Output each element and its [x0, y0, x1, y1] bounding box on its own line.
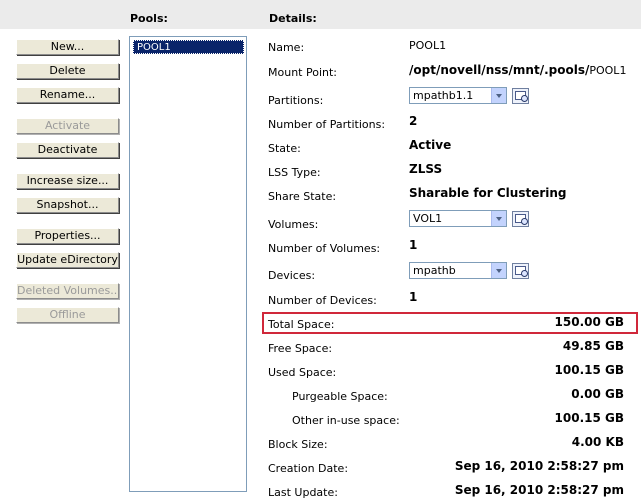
lss-type-value: ZLSS — [409, 162, 443, 176]
state-value: Active — [409, 138, 452, 152]
deleted-volumes-button[interactable]: Deleted Volumes... — [16, 283, 119, 299]
rename-button[interactable]: Rename... — [16, 87, 119, 103]
devices-select-value: mpathb — [413, 264, 456, 277]
num-devices-label: Number of Devices: — [268, 294, 377, 307]
increase-size-button[interactable]: Increase size... — [16, 173, 119, 189]
volumes-select[interactable]: VOL1 — [409, 210, 507, 227]
chevron-down-icon[interactable] — [491, 88, 506, 103]
partitions-label: Partitions: — [268, 94, 324, 107]
pool-list-item[interactable]: POOL1 — [133, 40, 244, 54]
delete-button[interactable]: Delete — [16, 63, 119, 79]
chevron-down-icon[interactable] — [491, 211, 506, 226]
lss-type-label: LSS Type: — [268, 166, 321, 179]
state-label: State: — [268, 142, 301, 155]
snapshot-button[interactable]: Snapshot... — [16, 197, 119, 213]
partitions-select[interactable]: mpathb1.1 — [409, 87, 507, 104]
free-space-label: Free Space: — [268, 342, 333, 355]
new-button[interactable]: New... — [16, 39, 119, 55]
num-devices-value: 1 — [409, 290, 418, 304]
used-space-value: 100.15 GB — [554, 363, 624, 377]
total-space-value: 150.00 GB — [554, 315, 624, 329]
devices-select[interactable]: mpathb — [409, 262, 507, 279]
purgeable-space-label: Purgeable Space: — [292, 390, 388, 403]
creation-date-label: Creation Date: — [268, 462, 349, 475]
block-size-label: Block Size: — [268, 438, 328, 451]
num-partitions-label: Number of Partitions: — [268, 118, 386, 131]
num-volumes-value: 1 — [409, 238, 418, 252]
activate-button[interactable]: Activate — [16, 118, 119, 134]
volumes-select-value: VOL1 — [413, 212, 443, 225]
mount-point-path: /opt/novell/nss/mnt/.pools/ — [409, 63, 590, 77]
mount-point-label: Mount Point: — [268, 66, 337, 79]
details-browse-icon[interactable] — [512, 211, 529, 227]
partitions-select-value: mpathb1.1 — [413, 89, 474, 102]
volumes-label: Volumes: — [268, 218, 319, 231]
header-bar — [0, 0, 641, 29]
other-inuse-space-label: Other in-use space: — [292, 414, 400, 427]
deactivate-button[interactable]: Deactivate — [16, 142, 119, 158]
name-value: POOL1 — [409, 39, 447, 52]
mount-point-pool: POOL1 — [589, 64, 627, 77]
details-browse-icon[interactable] — [512, 263, 529, 279]
last-update-value: Sep 16, 2010 2:58:27 pm — [454, 483, 624, 497]
share-state-label: Share State: — [268, 190, 337, 203]
used-space-label: Used Space: — [268, 366, 337, 379]
num-partitions-value: 2 — [409, 114, 418, 128]
total-space-label: Total Space: — [268, 318, 335, 331]
chevron-down-icon[interactable] — [491, 263, 506, 278]
pools-list[interactable]: POOL1 — [129, 36, 247, 492]
devices-label: Devices: — [268, 269, 316, 282]
last-update-label: Last Update: — [268, 486, 338, 499]
creation-date-value: Sep 16, 2010 2:58:27 pm — [454, 459, 624, 473]
properties-button[interactable]: Properties... — [16, 228, 119, 244]
details-browse-icon[interactable] — [512, 88, 529, 104]
details-header: Details: — [269, 12, 317, 25]
num-volumes-label: Number of Volumes: — [268, 242, 381, 255]
purgeable-space-value: 0.00 GB — [571, 387, 624, 401]
block-size-value: 4.00 KB — [571, 435, 624, 449]
offline-button[interactable]: Offline — [16, 307, 119, 323]
update-edirectory-button[interactable]: Update eDirectory — [16, 252, 119, 268]
mount-point-value: /opt/novell/nss/mnt/.pools/POOL1 — [409, 63, 626, 77]
pools-header: Pools: — [130, 12, 168, 25]
share-state-value: Sharable for Clustering — [409, 186, 567, 200]
other-inuse-space-value: 100.15 GB — [554, 411, 624, 425]
name-label: Name: — [268, 41, 305, 54]
free-space-value: 49.85 GB — [562, 339, 624, 353]
